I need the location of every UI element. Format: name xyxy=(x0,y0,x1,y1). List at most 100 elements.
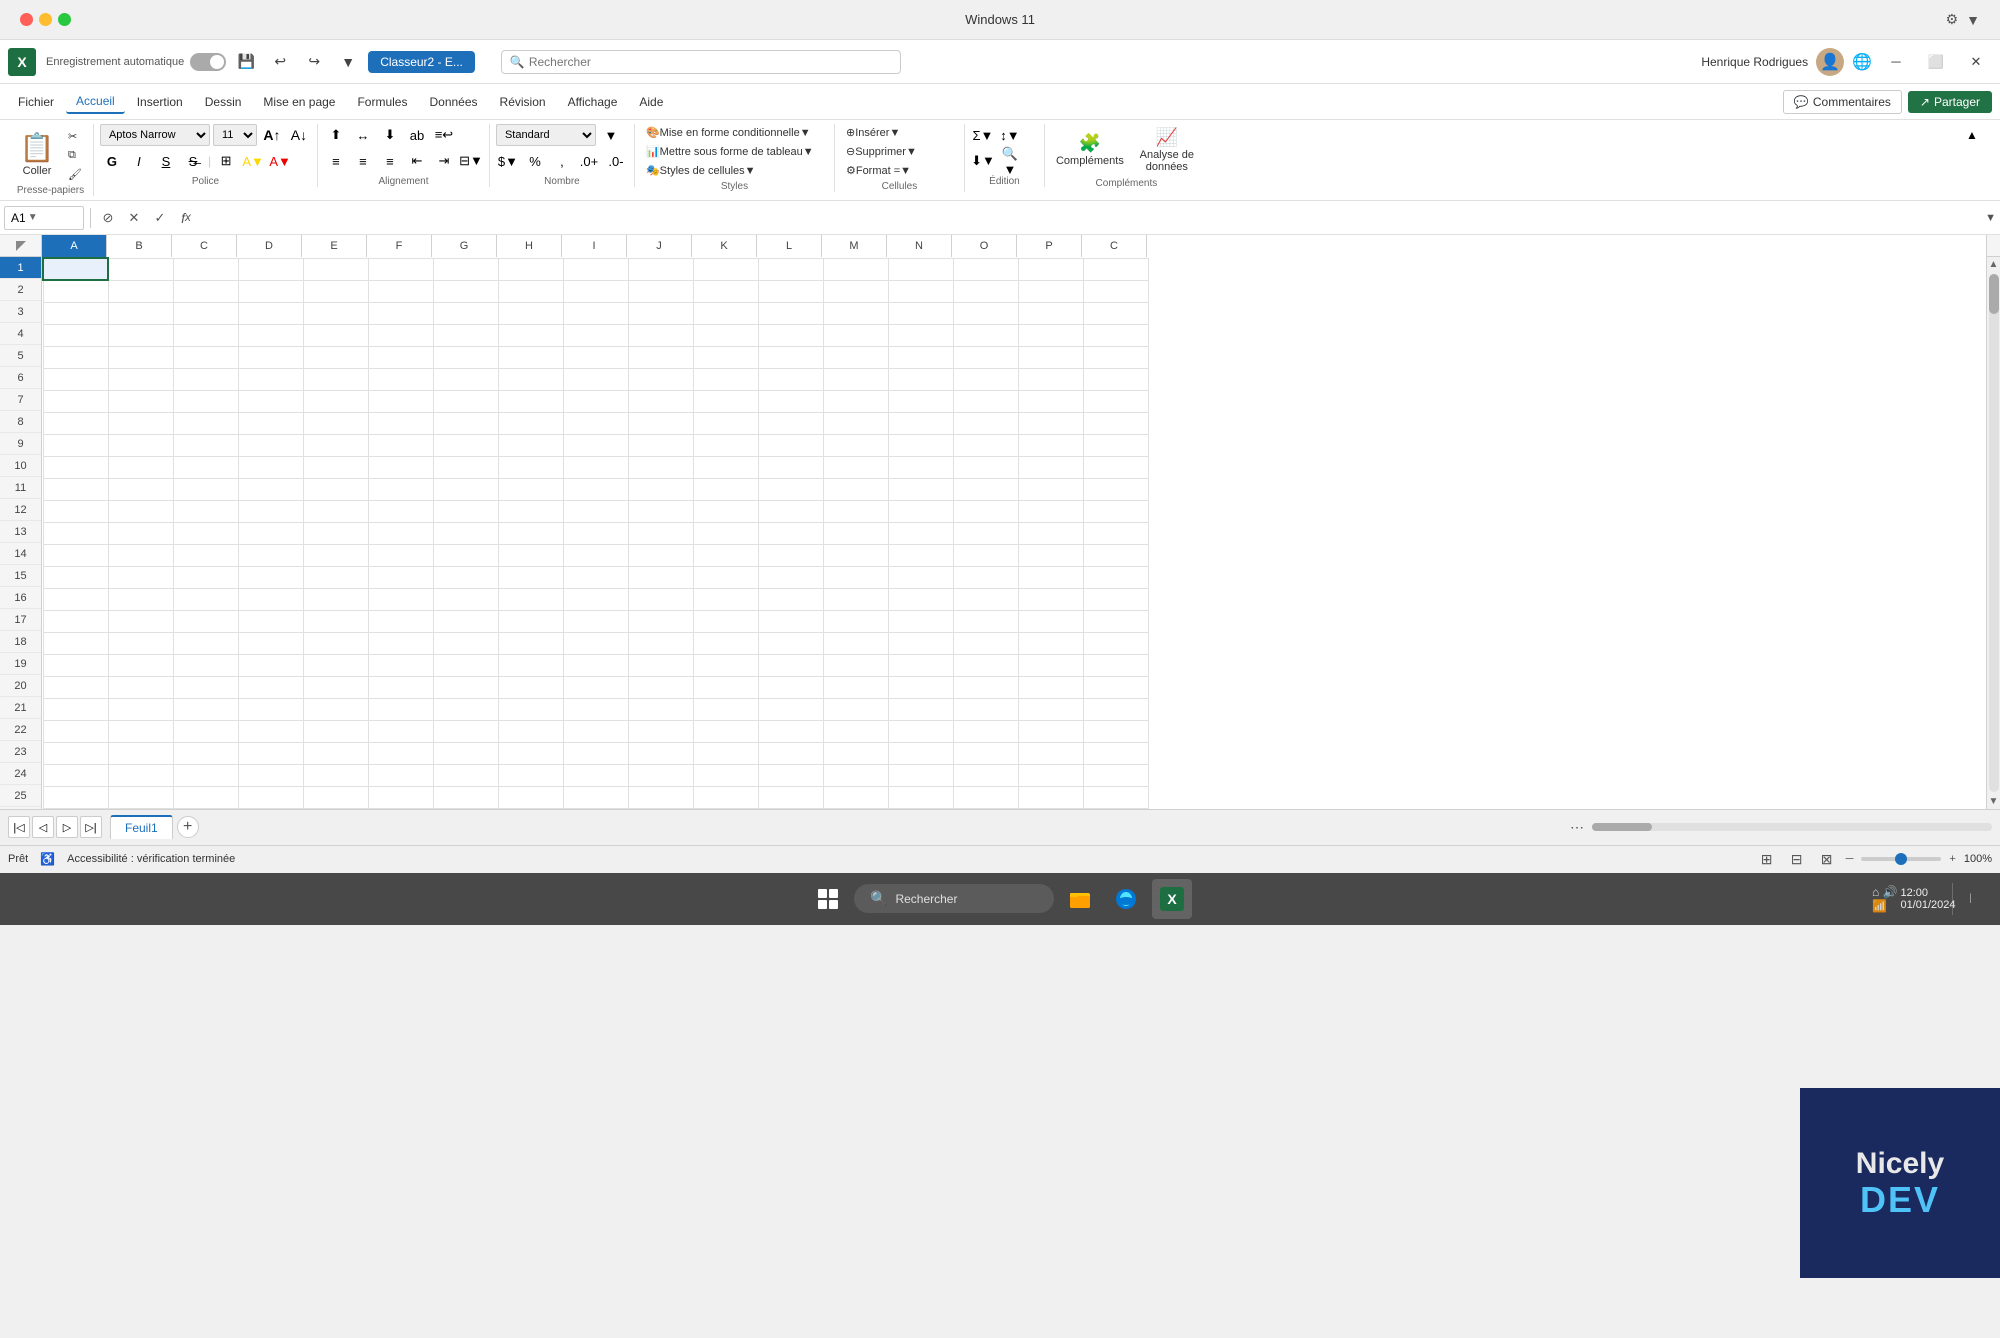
cell-J5[interactable] xyxy=(628,346,693,368)
cell-F2[interactable] xyxy=(368,280,433,302)
copy-button[interactable]: ⧉ xyxy=(63,147,87,164)
cell-E4[interactable] xyxy=(303,324,368,346)
scroll-down-arrow[interactable]: ▼ xyxy=(1989,796,1999,807)
cell-B18[interactable] xyxy=(108,632,173,654)
window-controls[interactable] xyxy=(20,13,71,26)
cell-G2[interactable] xyxy=(433,280,498,302)
cell-Q24[interactable] xyxy=(1083,764,1148,786)
col-header-O[interactable]: O xyxy=(952,235,1017,257)
cell-D25[interactable] xyxy=(238,786,303,808)
cell-H15[interactable] xyxy=(498,566,563,588)
cell-K20[interactable] xyxy=(693,676,758,698)
col-header-J[interactable]: J xyxy=(627,235,692,257)
cell-C1[interactable] xyxy=(173,258,238,280)
cell-F24[interactable] xyxy=(368,764,433,786)
cell-P12[interactable] xyxy=(1018,500,1083,522)
cell-F8[interactable] xyxy=(368,412,433,434)
row-num-6[interactable]: 6 xyxy=(0,367,41,389)
cell-I23[interactable] xyxy=(563,742,628,764)
cell-L6[interactable] xyxy=(758,368,823,390)
cell-F7[interactable] xyxy=(368,390,433,412)
cell-K4[interactable] xyxy=(693,324,758,346)
horizontal-scroll-thumb[interactable] xyxy=(1592,823,1652,831)
cell-J11[interactable] xyxy=(628,478,693,500)
cell-F6[interactable] xyxy=(368,368,433,390)
cell-N4[interactable] xyxy=(888,324,953,346)
cell-F13[interactable] xyxy=(368,522,433,544)
cell-C13[interactable] xyxy=(173,522,238,544)
cell-M8[interactable] xyxy=(823,412,888,434)
cell-C11[interactable] xyxy=(173,478,238,500)
menu-insertion[interactable]: Insertion xyxy=(127,91,193,113)
cell-I7[interactable] xyxy=(563,390,628,412)
cell-Q12[interactable] xyxy=(1083,500,1148,522)
increase-font-button[interactable]: A↑ xyxy=(260,124,284,146)
cell-K24[interactable] xyxy=(693,764,758,786)
cell-H8[interactable] xyxy=(498,412,563,434)
row-num-2[interactable]: 2 xyxy=(0,279,41,301)
settings-icon[interactable]: ⚙ xyxy=(1946,11,1959,28)
cell-L8[interactable] xyxy=(758,412,823,434)
sheet-last-button[interactable]: ▷| xyxy=(80,816,102,838)
col-header-E[interactable]: E xyxy=(302,235,367,257)
decrease-decimal-button[interactable]: .0- xyxy=(604,150,628,172)
cell-J8[interactable] xyxy=(628,412,693,434)
cell-E18[interactable] xyxy=(303,632,368,654)
cell-M12[interactable] xyxy=(823,500,888,522)
cell-D24[interactable] xyxy=(238,764,303,786)
cell-G3[interactable] xyxy=(433,302,498,324)
row-num-8[interactable]: 8 xyxy=(0,411,41,433)
cell-C14[interactable] xyxy=(173,544,238,566)
cell-J21[interactable] xyxy=(628,698,693,720)
cell-I9[interactable] xyxy=(563,434,628,456)
formula-input[interactable] xyxy=(197,201,1981,234)
cell-E15[interactable] xyxy=(303,566,368,588)
cell-K7[interactable] xyxy=(693,390,758,412)
cell-B16[interactable] xyxy=(108,588,173,610)
col-header-A[interactable]: A xyxy=(42,235,107,257)
col-header-C[interactable]: C xyxy=(172,235,237,257)
number-format-select[interactable]: Standard xyxy=(496,124,596,146)
cell-K2[interactable] xyxy=(693,280,758,302)
col-header-P[interactable]: P xyxy=(1017,235,1082,257)
cell-D13[interactable] xyxy=(238,522,303,544)
cell-G12[interactable] xyxy=(433,500,498,522)
cell-I14[interactable] xyxy=(563,544,628,566)
formula-expand-button[interactable]: ▼ xyxy=(1985,212,1996,224)
col-header-G[interactable]: G xyxy=(432,235,497,257)
row-num-3[interactable]: 3 xyxy=(0,301,41,323)
cell-G16[interactable] xyxy=(433,588,498,610)
cell-A21[interactable] xyxy=(43,698,108,720)
font-name-select[interactable]: Aptos Narrow xyxy=(100,124,210,146)
cell-E19[interactable] xyxy=(303,654,368,676)
cell-J18[interactable] xyxy=(628,632,693,654)
cell-B22[interactable] xyxy=(108,720,173,742)
format-button[interactable]: ⚙ Format = ▼ xyxy=(841,162,916,179)
cell-A22[interactable] xyxy=(43,720,108,742)
row-num-13[interactable]: 13 xyxy=(0,521,41,543)
cell-F9[interactable] xyxy=(368,434,433,456)
grid-table[interactable] xyxy=(42,257,1149,809)
cell-A25[interactable] xyxy=(43,786,108,808)
cell-F19[interactable] xyxy=(368,654,433,676)
strikethrough-button[interactable]: S̶ xyxy=(181,150,205,172)
cell-F11[interactable] xyxy=(368,478,433,500)
cell-M19[interactable] xyxy=(823,654,888,676)
cell-M15[interactable] xyxy=(823,566,888,588)
cell-E8[interactable] xyxy=(303,412,368,434)
cell-O22[interactable] xyxy=(953,720,1018,742)
cell-M10[interactable] xyxy=(823,456,888,478)
cell-J14[interactable] xyxy=(628,544,693,566)
cell-P18[interactable] xyxy=(1018,632,1083,654)
cell-J1[interactable] xyxy=(628,258,693,280)
cell-I12[interactable] xyxy=(563,500,628,522)
cell-E2[interactable] xyxy=(303,280,368,302)
cell-L13[interactable] xyxy=(758,522,823,544)
cell-B7[interactable] xyxy=(108,390,173,412)
cell-A8[interactable] xyxy=(43,412,108,434)
row-num-11[interactable]: 11 xyxy=(0,477,41,499)
cell-L9[interactable] xyxy=(758,434,823,456)
cell-A11[interactable] xyxy=(43,478,108,500)
cell-J20[interactable] xyxy=(628,676,693,698)
cell-E12[interactable] xyxy=(303,500,368,522)
